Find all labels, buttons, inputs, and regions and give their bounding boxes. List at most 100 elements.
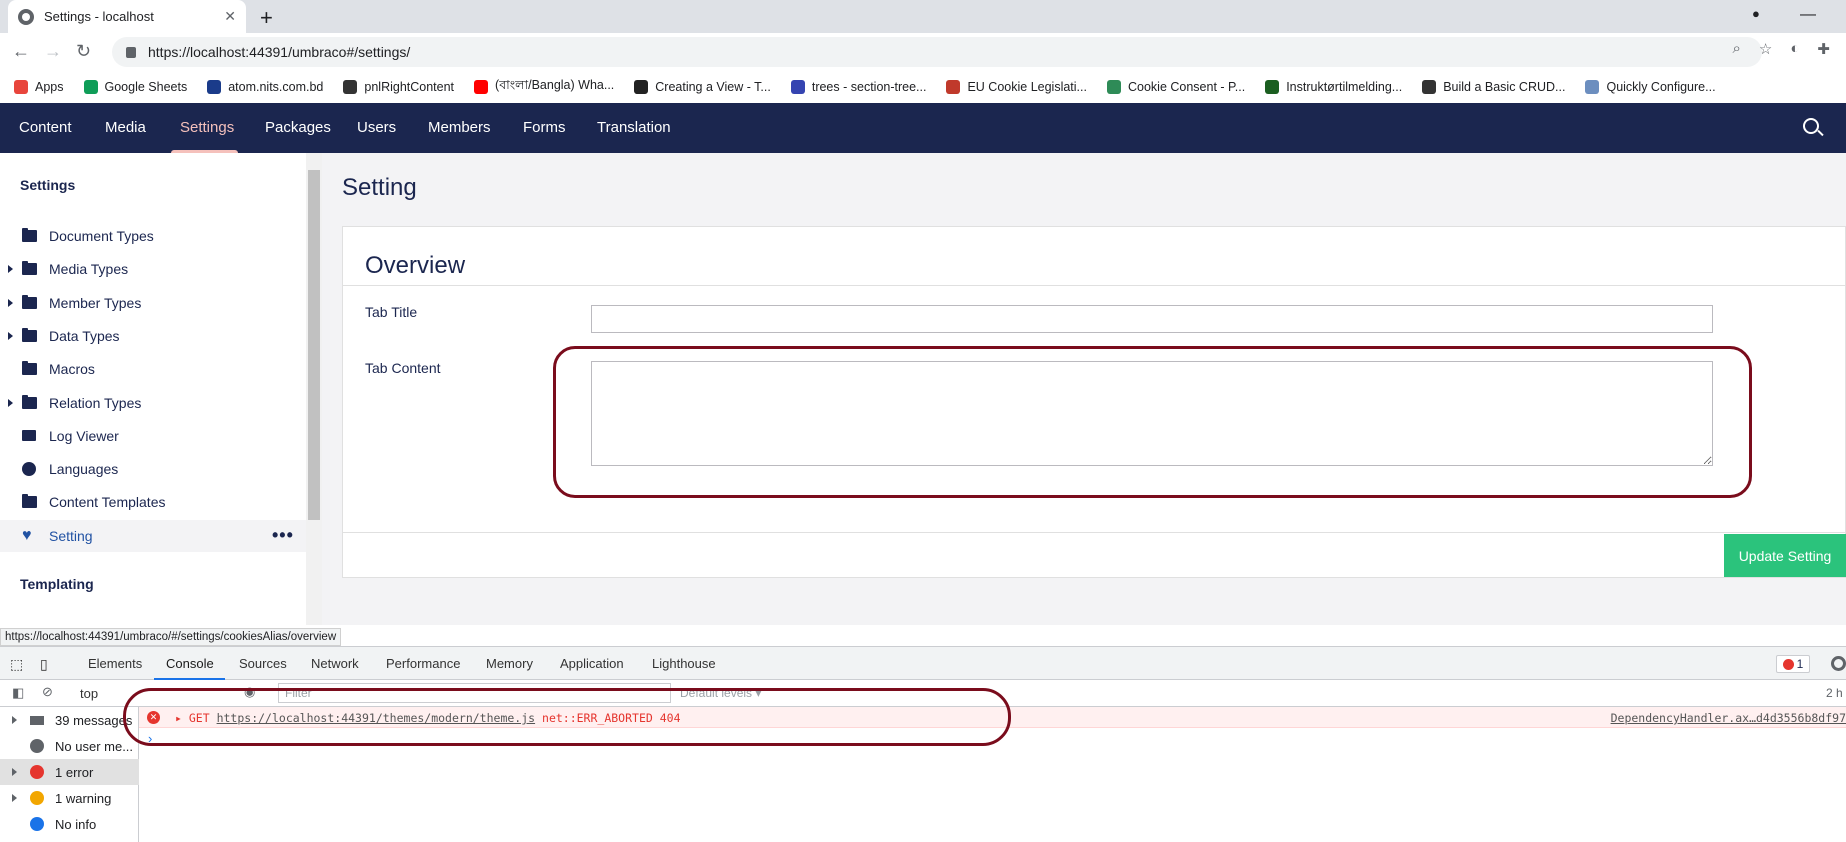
extension-icon[interactable]: ◐ bbox=[1790, 40, 1799, 58]
expand-caret-icon[interactable] bbox=[12, 768, 17, 776]
tree-item-relation-types[interactable]: Relation Types bbox=[0, 387, 306, 419]
tree-item-macros[interactable]: Macros bbox=[0, 353, 306, 385]
context-selector[interactable]: top bbox=[80, 686, 98, 701]
section-media[interactable]: Media bbox=[105, 119, 146, 136]
bookmark-label: trees - section-tree... bbox=[811, 80, 927, 94]
console-filter-warning[interactable]: 1 warning bbox=[0, 785, 139, 811]
device-toggle-icon[interactable]: ▯ bbox=[40, 656, 48, 673]
bookmark-item[interactable]: Creating a View - T... bbox=[634, 80, 771, 94]
p-icon bbox=[1106, 80, 1121, 94]
bookmark-item[interactable]: Google Sheets bbox=[83, 80, 187, 94]
error-source-link[interactable]: DependencyHandler.ax…d4d3556b8df97 bbox=[1611, 711, 1846, 725]
tree-item-log-viewer[interactable]: Log Viewer bbox=[0, 420, 306, 452]
minimize-icon[interactable]: — bbox=[1800, 6, 1816, 24]
devtools-tab-console[interactable]: Console bbox=[166, 656, 214, 671]
folder-icon bbox=[22, 294, 37, 309]
bookmark-label: (বাংলা/Bangla) Wha... bbox=[495, 78, 615, 92]
braces-icon bbox=[1422, 80, 1437, 94]
bookmark-item[interactable]: Instruktørtilmelding... bbox=[1265, 80, 1402, 94]
heart-icon: ♥ bbox=[22, 526, 32, 544]
console-filter-user[interactable]: No user me... bbox=[0, 733, 139, 759]
tab-search-icon[interactable]: ● bbox=[1752, 6, 1760, 21]
section-users[interactable]: Users bbox=[357, 119, 396, 136]
expand-caret-icon[interactable] bbox=[8, 398, 13, 407]
bookmark-item[interactable]: Cookie Consent - P... bbox=[1106, 80, 1245, 94]
hidden-count: 2 h bbox=[1826, 686, 1843, 700]
bookmark-star-icon[interactable]: ☆ bbox=[1759, 40, 1772, 58]
expand-caret-icon[interactable] bbox=[8, 331, 13, 340]
close-tab-icon[interactable]: ✕ bbox=[224, 8, 236, 25]
devtools-tab-performance[interactable]: Performance bbox=[386, 656, 460, 671]
console-filter-label: 1 warning bbox=[55, 790, 112, 806]
sidebar-toggle-icon[interactable]: ◧ bbox=[12, 685, 24, 701]
more-actions-icon[interactable]: ••• bbox=[272, 525, 294, 546]
section-settings[interactable]: Settings bbox=[180, 119, 234, 136]
url-field[interactable]: https://localhost:44391/umbraco#/setting… bbox=[112, 37, 1762, 67]
devtools-tab-lighthouse[interactable]: Lighthouse bbox=[652, 656, 716, 671]
console-filter-label: No info bbox=[55, 816, 97, 832]
folder-icon bbox=[22, 228, 37, 242]
expand-caret-icon[interactable] bbox=[8, 265, 13, 274]
bookmark-item[interactable]: trees - section-tree... bbox=[790, 80, 927, 94]
error-count-badge[interactable]: 1 bbox=[1776, 655, 1810, 673]
annotation-highlight-error bbox=[123, 688, 1011, 746]
warning-icon bbox=[30, 791, 44, 805]
devtools-settings-icon[interactable] bbox=[1831, 656, 1846, 671]
code-icon bbox=[946, 80, 961, 94]
expand-caret-icon[interactable] bbox=[8, 298, 13, 307]
bookmark-item[interactable]: (বাংলা/Bangla) Wha... bbox=[474, 77, 614, 97]
tree-item-document-types[interactable]: Document Types bbox=[0, 220, 306, 252]
page-title[interactable]: Setting bbox=[342, 174, 417, 202]
tree-item-setting[interactable]: ♥ Setting ••• bbox=[0, 519, 306, 552]
bookmark-item[interactable]: Quickly Configure... bbox=[1585, 80, 1716, 94]
globe-favicon-icon bbox=[18, 8, 34, 25]
inspect-icon[interactable]: ⬚ bbox=[10, 656, 23, 673]
error-badge-icon bbox=[1782, 658, 1794, 670]
console-sidebar: 39 messages No user me... 1 error 1 warning… bbox=[0, 707, 139, 842]
devtools-tab-memory[interactable]: Memory bbox=[486, 656, 533, 671]
zoom-icon[interactable]: ⌕ bbox=[1733, 40, 1741, 58]
tab-title-input[interactable] bbox=[591, 305, 1713, 333]
tree-item-media-types[interactable]: Media Types bbox=[0, 253, 306, 285]
back-icon[interactable]: ← bbox=[12, 41, 30, 62]
reload-icon[interactable]: ↻ bbox=[76, 41, 91, 62]
bookmark-item[interactable]: Apps bbox=[14, 80, 64, 94]
tree-item-label: Languages bbox=[49, 461, 119, 478]
atom-n-icon bbox=[207, 80, 222, 94]
section-forms[interactable]: Forms bbox=[523, 119, 566, 136]
folder-icon bbox=[22, 327, 37, 342]
browser-tab[interactable]: Settings - localhost ✕ bbox=[8, 0, 246, 33]
console-filter-label: No user me... bbox=[55, 738, 134, 754]
bookmark-item[interactable]: pnlRightContent bbox=[343, 80, 454, 94]
devtools-tab-application[interactable]: Application bbox=[560, 656, 624, 671]
update-setting-button[interactable]: Update Setting bbox=[1724, 534, 1846, 577]
forward-icon[interactable]: → bbox=[44, 41, 62, 62]
section-translation[interactable]: Translation bbox=[597, 119, 671, 136]
new-tab-icon[interactable]: + bbox=[260, 5, 273, 31]
section-content[interactable]: Content bbox=[19, 119, 72, 136]
console-filter-list[interactable]: 39 messages bbox=[0, 707, 139, 733]
tree-item-member-types[interactable]: Member Types bbox=[0, 287, 306, 319]
devtools-tab-sources[interactable]: Sources bbox=[239, 656, 287, 671]
tree-subsection-title[interactable]: Templating bbox=[20, 576, 94, 592]
devtools-tab-elements[interactable]: Elements bbox=[88, 656, 142, 671]
annotation-highlight-textarea bbox=[553, 346, 1752, 498]
bookmark-item[interactable]: Build a Basic CRUD... bbox=[1422, 80, 1565, 94]
box-icon bbox=[22, 430, 36, 442]
section-members[interactable]: Members bbox=[428, 119, 491, 136]
clear-console-icon[interactable]: ⊘ bbox=[42, 684, 53, 700]
expand-caret-icon[interactable] bbox=[12, 794, 17, 802]
bookmark-item[interactable]: EU Cookie Legislati... bbox=[946, 80, 1087, 94]
tree-item-data-types[interactable]: Data Types bbox=[0, 320, 306, 352]
sidebar-scrollbar[interactable] bbox=[308, 170, 320, 520]
tree-item-content-templates[interactable]: Content Templates bbox=[0, 486, 306, 518]
devtools-tab-network[interactable]: Network bbox=[311, 656, 359, 671]
puzzle-icon[interactable]: ✚ bbox=[1817, 40, 1830, 58]
console-filter-error[interactable]: 1 error bbox=[0, 759, 139, 785]
search-icon[interactable] bbox=[1803, 118, 1819, 134]
section-packages[interactable]: Packages bbox=[265, 119, 331, 136]
tree-item-languages[interactable]: Languages bbox=[0, 453, 306, 485]
console-filter-info[interactable]: No info bbox=[0, 811, 139, 837]
bookmark-item[interactable]: atom.nits.com.bd bbox=[207, 80, 323, 94]
expand-caret-icon[interactable] bbox=[12, 716, 17, 724]
